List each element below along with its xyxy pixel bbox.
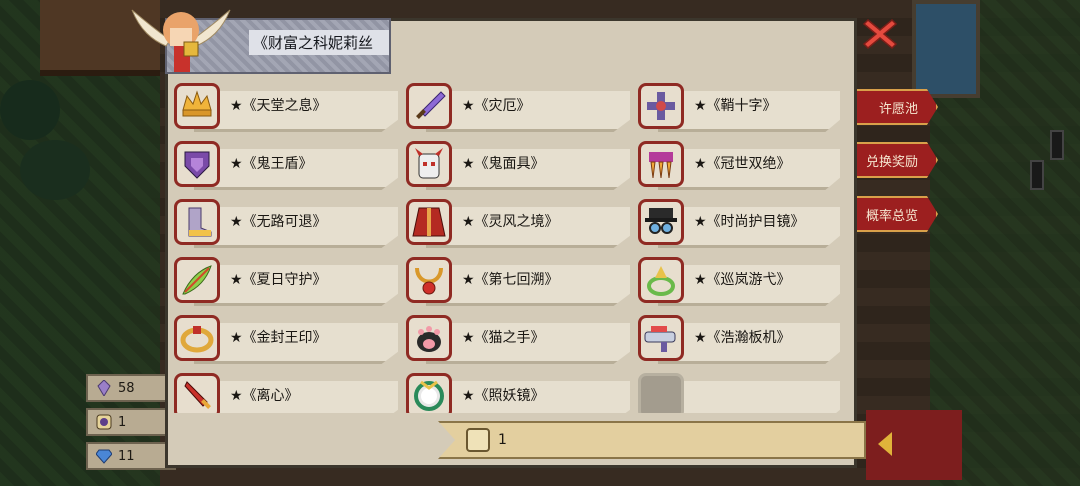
reward-list-panel: ★《天堂之息》 ★《灾厄》 ★《鞘十字》 ★《鬼王盾》 ★《鬼面具》 ★《冠世双绝》 ★《无…	[165, 18, 857, 468]
crown-icon	[182, 90, 212, 117]
claw-icon	[649, 152, 673, 179]
close-icon[interactable]	[862, 16, 898, 52]
reward-item-name: ★《巡岚游弋》	[694, 272, 791, 288]
reward-item[interactable]: ★《灵风之境》	[406, 199, 638, 257]
goggles-hat-icon	[645, 208, 677, 234]
reward-item[interactable]: ★《冠世双绝》	[638, 141, 848, 199]
wish-pool-button[interactable]: 许愿池	[846, 89, 938, 125]
reward-item[interactable]: ★《夏日守护》	[174, 257, 406, 315]
reward-item-name: ★《冠世双绝》	[694, 156, 791, 172]
reward-item-name: ★《夏日守护》	[230, 272, 327, 288]
reward-item-name: ★《鬼王盾》	[230, 156, 313, 172]
reward-icon-frame[interactable]	[406, 373, 452, 413]
reward-item[interactable]: ★《离心》	[174, 373, 406, 413]
character-title: 《财富之科妮莉丝	[249, 30, 389, 55]
pity-counter-value: 1	[498, 432, 507, 448]
reward-icon-frame[interactable]	[406, 141, 452, 187]
boots-icon	[188, 207, 212, 237]
character-avatar	[131, 9, 231, 72]
exchange-reward-button[interactable]: 兑换奖励	[846, 142, 938, 178]
cloak-icon	[412, 207, 446, 237]
reward-item-name: ★《离心》	[230, 388, 299, 404]
reward-icon-frame[interactable]	[406, 315, 452, 361]
reward-item-name: ★《鞘十字》	[694, 98, 777, 114]
empty-reward-slot[interactable]	[638, 373, 848, 413]
reward-icon-frame[interactable]	[638, 141, 684, 187]
reward-item[interactable]: ★《照妖镜》	[406, 373, 638, 413]
sword-icon	[416, 91, 446, 119]
next-arrow-icon[interactable]	[878, 432, 892, 456]
reward-icon-frame[interactable]	[638, 315, 684, 361]
reward-item-name: ★《鬼面具》	[462, 156, 545, 172]
reward-icon-frame[interactable]	[174, 141, 220, 187]
reward-item[interactable]: ★《天堂之息》	[174, 83, 406, 141]
reward-item[interactable]: ★《金封王印》	[174, 315, 406, 373]
reward-item[interactable]: ★《无路可退》	[174, 199, 406, 257]
reward-icon-frame[interactable]	[174, 257, 220, 303]
reward-icon-frame[interactable]	[406, 257, 452, 303]
reward-item-name: ★《灵风之境》	[462, 214, 559, 230]
reward-item-name: ★《金封王印》	[230, 330, 327, 346]
reward-icon-frame[interactable]	[174, 83, 220, 129]
reward-item[interactable]: ★《灾厄》	[406, 83, 638, 141]
ring-icon	[647, 266, 675, 296]
reward-item-name: ★《第七回溯》	[462, 272, 559, 288]
reward-icon-frame[interactable]	[406, 199, 452, 245]
reward-item-name: ★《无路可退》	[230, 214, 327, 230]
cat-paw-icon	[417, 326, 441, 352]
reward-icon-frame[interactable]	[174, 373, 220, 413]
reward-icon-frame[interactable]	[638, 199, 684, 245]
crystal-icon	[97, 380, 111, 396]
crystal-count: 58	[118, 380, 135, 396]
reward-item-bar	[658, 381, 840, 413]
reward-item-name: ★《时尚护目镜》	[694, 214, 805, 230]
reward-item[interactable]: ★《鬼王盾》	[174, 141, 406, 199]
mirror-icon	[414, 380, 444, 411]
reward-item-name: ★《猫之手》	[462, 330, 545, 346]
gem-count: 11	[118, 448, 135, 464]
reward-item-name: ★《天堂之息》	[230, 98, 327, 114]
necklace-icon	[415, 267, 443, 295]
reward-item[interactable]: ★《浩瀚板机》	[638, 315, 848, 373]
pity-counter-bar: 1	[438, 421, 866, 459]
reward-icon-frame[interactable]	[174, 199, 220, 245]
gun-icon	[644, 326, 676, 352]
reward-item-name: ★《浩瀚板机》	[694, 330, 791, 346]
reward-item-name: ★《照妖镜》	[462, 388, 545, 404]
token-icon	[96, 414, 112, 430]
shield-icon	[184, 151, 210, 179]
reward-item[interactable]: ★《巡岚游弋》	[638, 257, 848, 315]
dagger-icon	[184, 381, 211, 409]
reward-icon-frame[interactable]	[638, 83, 684, 129]
reward-icon-frame[interactable]	[406, 83, 452, 129]
reward-icon-frame[interactable]	[638, 373, 684, 413]
reward-item-name: ★《灾厄》	[462, 98, 531, 114]
mask-icon	[415, 148, 443, 179]
reward-item[interactable]: ★《鬼面具》	[406, 141, 638, 199]
cross-icon	[647, 92, 675, 120]
token-currency: 1	[86, 408, 176, 436]
feather-icon	[182, 265, 212, 295]
token-icon	[466, 428, 490, 452]
reward-list[interactable]: ★《天堂之息》 ★《灾厄》 ★《鞘十字》 ★《鬼王盾》 ★《鬼面具》 ★《冠世双绝》 ★《无…	[174, 83, 848, 413]
crystal-currency: 58	[86, 374, 176, 402]
reward-item[interactable]: ★《鞘十字》	[638, 83, 848, 141]
gold-ring-icon	[180, 326, 214, 353]
reward-item[interactable]: ★《时尚护目镜》	[638, 199, 848, 257]
token-count: 1	[118, 414, 127, 430]
gem-currency: 11	[86, 442, 176, 470]
reward-icon-frame[interactable]	[174, 315, 220, 361]
reward-item[interactable]: ★《猫之手》	[406, 315, 638, 373]
probability-overview-button[interactable]: 概率总览	[846, 196, 938, 232]
reward-item[interactable]: ★《第七回溯》	[406, 257, 638, 315]
gem-icon	[96, 449, 112, 464]
reward-icon-frame[interactable]	[638, 257, 684, 303]
